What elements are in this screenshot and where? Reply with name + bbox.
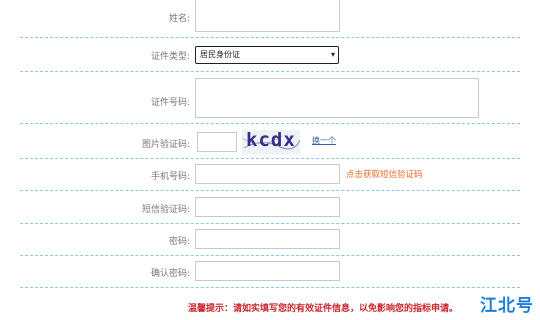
password-input[interactable]: [196, 230, 339, 248]
confirm-password-input[interactable]: [196, 262, 339, 280]
id-type-selected-value: 居民身份证: [200, 50, 240, 59]
confirm-password-input-box[interactable]: [195, 261, 340, 281]
id-type-label: 证件类型:: [150, 52, 190, 62]
captcha-text: kcdx: [246, 130, 296, 151]
registration-form: 姓名: 证件类型: 居民身份证 ▾ 证件号码: 图片验证码: kcdx 换一个 …: [0, 0, 540, 320]
sms-code-input-box[interactable]: [195, 197, 340, 217]
chevron-down-icon: ▾: [330, 50, 335, 59]
captcha-input[interactable]: [198, 133, 236, 151]
id-number-input-box[interactable]: [195, 78, 479, 118]
warm-tip: 温馨提示：请如实填写您的有效证件信息，以免影响您的指标申请。: [188, 304, 459, 314]
phone-label: 手机号码:: [150, 172, 190, 182]
name-label: 姓名:: [168, 14, 190, 24]
name-input-box[interactable]: [195, 0, 340, 32]
id-number-label: 证件号码:: [150, 98, 190, 108]
captcha-refresh-link[interactable]: 换一个: [312, 135, 336, 146]
separator: [20, 255, 520, 256]
captcha-image[interactable]: kcdx: [242, 130, 300, 154]
separator: [20, 287, 520, 288]
sms-code-input[interactable]: [196, 198, 339, 216]
id-type-select[interactable]: 居民身份证 ▾: [195, 46, 339, 64]
separator: [20, 37, 520, 38]
separator: [20, 223, 520, 224]
separator: [20, 123, 520, 124]
phone-input[interactable]: [196, 165, 339, 183]
confirm-password-label: 确认密码:: [150, 269, 190, 279]
separator: [20, 158, 520, 159]
phone-input-box[interactable]: [195, 164, 340, 184]
captcha-input-box[interactable]: [197, 132, 237, 152]
password-input-box[interactable]: [195, 229, 340, 249]
sms-code-label: 短信验证码:: [141, 205, 190, 215]
name-input[interactable]: [196, 0, 339, 31]
watermark-logo: 江北号: [480, 296, 534, 316]
id-number-input[interactable]: [196, 79, 478, 117]
separator: [20, 71, 520, 72]
captcha-label: 图片验证码:: [141, 140, 190, 150]
password-label: 密码:: [168, 237, 190, 247]
get-sms-code-link[interactable]: 点击获取短信验证码: [346, 168, 423, 180]
separator: [20, 190, 520, 191]
